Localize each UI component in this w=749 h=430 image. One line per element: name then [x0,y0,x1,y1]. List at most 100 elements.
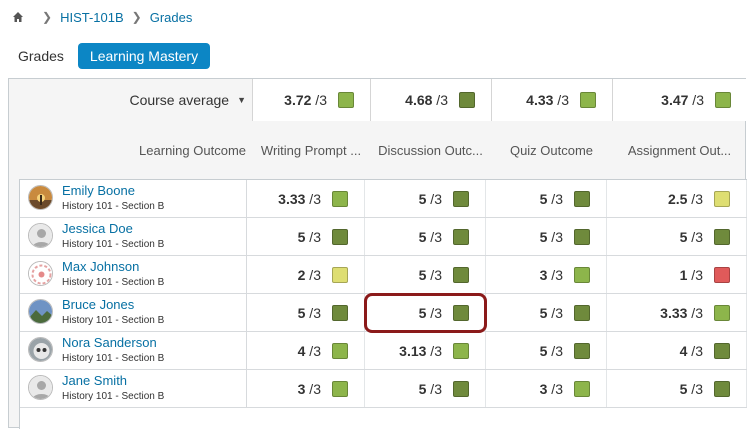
avatar [28,223,53,248]
mastery-level-swatch [714,380,730,397]
average-score: 3.47 /3 [661,92,704,108]
course-average-cell: 3.72 /3 [252,79,370,121]
outcome-score-cell[interactable]: 3 /3 [247,370,365,407]
student-name-link[interactable]: Jessica Doe [62,221,133,236]
mastery-level-swatch [714,190,730,207]
mastery-level-swatch [332,190,348,207]
outcome-score-cell[interactable]: 5 /3 [365,370,486,407]
breadcrumb-course-link[interactable]: HIST-101B [60,10,124,25]
course-average-toggle[interactable]: Course average ▼ [9,79,252,121]
tab-grades[interactable]: Grades [10,43,78,69]
student-cell: Jessica Doe History 101 - Section B [20,218,247,255]
student-name-link[interactable]: Emily Boone [62,183,135,198]
outcome-score: 5 /3 [679,228,703,245]
outcome-score-cell[interactable]: 5 /3 [486,218,607,255]
mastery-level-swatch [574,228,590,245]
mastery-level-swatch [574,380,590,397]
outcome-score-cell[interactable]: 4 /3 [607,332,747,369]
tab-learning-mastery[interactable]: Learning Mastery [77,43,211,69]
course-average-cell: 3.47 /3 [612,79,747,121]
student-name-link[interactable]: Bruce Jones [62,297,134,312]
outcome-score: 4 /3 [297,342,321,359]
learning-outcome-header: Learning Outcome [139,143,246,158]
outcome-score: 5 /3 [679,380,703,397]
mastery-level-swatch [332,304,348,321]
chevron-right-icon: ❯ [131,10,142,24]
student-name-link[interactable]: Jane Smith [62,373,127,388]
home-icon[interactable] [12,11,24,23]
outcome-score: 5 /3 [418,228,442,245]
avatar [28,337,53,362]
student-row: Jessica Doe History 101 - Section B 5 /3 5 … [20,218,747,256]
mastery-level-swatch [714,266,730,283]
student-row: Max Johnson History 101 - Section B 2 /3 5 … [20,256,747,294]
outcome-score: 3 /3 [539,266,563,283]
average-score: 3.72 /3 [284,92,327,108]
outcome-score: 2 /3 [297,266,321,283]
outcome-score: 3.33 /3 [278,190,321,207]
outcome-score-cell[interactable]: 2 /3 [247,256,365,293]
gradebook-tabs: Grades Learning Mastery [10,43,211,69]
outcome-score: 5 /3 [297,228,321,245]
mastery-level-swatch [453,190,469,207]
mastery-level-swatch [332,228,348,245]
outcome-score-cell[interactable]: 5 /3 [486,332,607,369]
outcome-score-cell[interactable]: 2.5 /3 [607,180,747,217]
outcome-column-header[interactable]: Assignment Out... [616,137,743,165]
mastery-level-swatch [574,304,590,321]
avatar [28,261,53,286]
mastery-level-swatch [453,228,469,245]
course-average-cell: 4.68 /3 [370,79,491,121]
outcome-score-cell[interactable]: 5 /3 [486,294,607,331]
outcome-score: 5 /3 [418,190,442,207]
outcome-score-cell[interactable]: 3 /3 [486,370,607,407]
student-cell: Emily Boone History 101 - Section B [20,180,247,217]
outcome-score-cell[interactable]: 5 /3 [247,294,365,331]
student-name-link[interactable]: Nora Sanderson [62,335,157,350]
mastery-level-swatch [580,92,596,108]
outcome-score: 5 /3 [418,266,442,283]
outcome-score-cell[interactable]: 4 /3 [247,332,365,369]
breadcrumb: ❯ HIST-101B ❯ Grades [12,9,192,25]
student-row: Emily Boone History 101 - Section B 3.33 /… [20,180,747,218]
outcome-score-cell[interactable]: 5 /3 [365,256,486,293]
student-section: History 101 - Section B [62,315,165,326]
outcome-score: 5 /3 [297,304,321,321]
outcome-score-cell[interactable]: 3 /3 [486,256,607,293]
student-cell: Max Johnson History 101 - Section B [20,256,247,293]
outcome-score-cell[interactable]: 3.33 /3 [247,180,365,217]
student-outcome-grid: Emily Boone History 101 - Section B 3.33 /… [19,179,747,429]
student-name-link[interactable]: Max Johnson [62,259,139,274]
outcome-score-cell[interactable]: 5 /3 [607,370,747,407]
outcome-score-cell[interactable]: 5 /3 [607,218,747,255]
outcome-score: 3 /3 [539,380,563,397]
student-cell: Jane Smith History 101 - Section B [20,370,247,407]
outcome-score: 5 /3 [418,304,442,321]
student-section: History 101 - Section B [62,277,165,288]
outcome-score-cell[interactable]: 5 /3 [365,218,486,255]
breadcrumb-grades-link[interactable]: Grades [150,10,193,25]
outcome-score: 3 /3 [297,380,321,397]
outcome-column-header[interactable]: Quiz Outcome [495,137,608,165]
outcome-score-cell[interactable]: 3.33 /3 [607,294,747,331]
mastery-level-swatch [338,92,354,108]
mastery-level-swatch [714,342,730,359]
student-cell: Bruce Jones History 101 - Section B [20,294,247,331]
caret-down-icon: ▼ [237,95,246,105]
student-cell: Nora Sanderson History 101 - Section B [20,332,247,369]
outcome-score-cell[interactable]: 3.13 /3 [365,332,486,369]
student-section: History 101 - Section B [62,391,165,402]
outcome-score-cell[interactable]: 1 /3 [607,256,747,293]
mastery-level-swatch [715,92,731,108]
outcome-score: 5 /3 [539,342,563,359]
outcome-score: 1 /3 [679,266,703,283]
mastery-level-swatch [574,190,590,207]
outcome-column-header[interactable]: Writing Prompt ... [256,137,366,165]
outcome-score: 5 /3 [539,190,563,207]
outcome-score-cell[interactable]: 5 /3 [365,180,486,217]
student-section: History 101 - Section B [62,239,165,250]
outcome-score-cell[interactable]: 5 /3 [486,180,607,217]
outcome-score-cell[interactable]: 5 /3 [247,218,365,255]
outcome-column-header[interactable]: Discussion Outc... [374,137,487,165]
outcome-score-cell[interactable]: 5 /3 [365,294,486,331]
